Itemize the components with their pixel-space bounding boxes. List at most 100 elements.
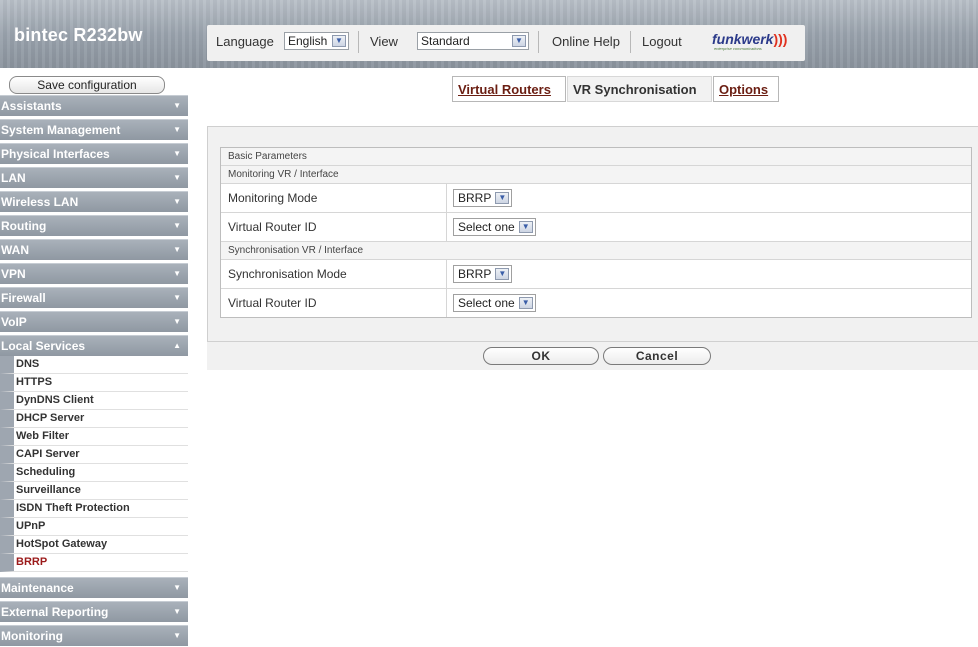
sidebar-item-assistants[interactable]: Assistants ▼: [0, 95, 188, 116]
sidebar-subitem-web-filter[interactable]: Web Filter: [0, 428, 188, 446]
sidebar-item-label: WAN: [1, 243, 29, 257]
form-row-sync-virtual-router-id: Virtual Router ID Select one ▼: [221, 289, 971, 317]
view-label: View: [370, 34, 398, 49]
sidebar-item-physical-interfaces[interactable]: Physical Interfaces ▼: [0, 143, 188, 164]
chevron-down-icon: ▼: [173, 583, 181, 592]
synchronisation-mode-label: Synchronisation Mode: [228, 267, 347, 281]
device-title: bintec R232bw: [14, 25, 143, 45]
sidebar-item-wan[interactable]: WAN ▼: [0, 239, 188, 260]
sidebar-item-label: VPN: [1, 267, 26, 281]
header-bar: bintec R232bw Language English ▼ View St…: [0, 0, 978, 68]
sync-virtual-router-id-select[interactable]: Select one ▼: [453, 294, 536, 312]
chevron-down-icon: ▼: [512, 35, 526, 47]
chevron-down-icon: ▼: [173, 197, 181, 206]
column-divider: [446, 184, 447, 212]
sidebar-nav: Save configuration Assistants ▼ System Ma…: [0, 72, 190, 647]
synchronisation-mode-select[interactable]: BRRP ▼: [453, 265, 513, 283]
monitoring-mode-label: Monitoring Mode: [228, 191, 318, 205]
view-select[interactable]: Standard ▼: [417, 32, 529, 50]
monitoring-mode-select[interactable]: BRRP ▼: [453, 189, 513, 207]
sidebar-subitem-isdn-theft-protection[interactable]: ISDN Theft Protection: [0, 500, 188, 518]
section-header-synchronisation: Synchronisation VR / Interface: [221, 242, 971, 260]
sidebar-item-firewall[interactable]: Firewall ▼: [0, 287, 188, 308]
sidebar-item-label: Wireless LAN: [1, 195, 79, 209]
section-header-basic-parameters: Basic Parameters: [221, 148, 971, 166]
save-configuration-button[interactable]: Save configuration: [9, 76, 165, 94]
sidebar-subitem-dns[interactable]: DNS: [0, 356, 188, 374]
chevron-down-icon: ▼: [173, 101, 181, 110]
sidebar-item-local-services[interactable]: Local Services ▲: [0, 335, 188, 356]
sidebar-subitem-dhcp-server[interactable]: DHCP Server: [0, 410, 188, 428]
toolbar-divider: [358, 31, 359, 53]
chevron-down-icon: ▼: [495, 192, 510, 204]
settings-form: Basic Parameters Monitoring VR / Interfa…: [220, 147, 972, 318]
chevron-down-icon: ▼: [173, 293, 181, 302]
sidebar-subitem-upnp[interactable]: UPnP: [0, 518, 188, 536]
chevron-down-icon: ▼: [173, 317, 181, 326]
chevron-down-icon: ▼: [173, 631, 181, 640]
language-value: English: [288, 34, 328, 48]
virtual-router-id-label: Virtual Router ID: [228, 220, 317, 234]
sidebar-item-label: Firewall: [1, 291, 46, 305]
chevron-up-icon: ▲: [173, 341, 181, 350]
chevron-down-icon: ▼: [173, 269, 181, 278]
sidebar-item-external-reporting[interactable]: External Reporting ▼: [0, 601, 188, 622]
top-toolbar: Language English ▼ View Standard ▼ Onlin…: [207, 25, 805, 61]
sidebar-item-label: Local Services: [1, 339, 86, 353]
sidebar-subitem-scheduling[interactable]: Scheduling: [0, 464, 188, 482]
sidebar-item-wireless-lan[interactable]: Wireless LAN ▼: [0, 191, 188, 212]
sidebar-item-label: System Management: [1, 123, 121, 137]
sidebar-item-label: External Reporting: [1, 605, 109, 619]
sidebar-subitem-hotspot-gateway[interactable]: HotSpot Gateway: [0, 536, 188, 554]
sidebar-item-label: Maintenance: [1, 581, 74, 595]
chevron-down-icon: ▼: [332, 35, 346, 47]
sidebar-item-label: Monitoring: [1, 629, 63, 643]
sidebar-subitem-https[interactable]: HTTPS: [0, 374, 188, 392]
sidebar-item-label: VoIP: [1, 315, 27, 329]
chevron-down-icon: ▼: [518, 297, 533, 309]
cancel-button[interactable]: Cancel: [603, 347, 711, 365]
column-divider: [446, 260, 447, 288]
tab-options[interactable]: Options: [713, 76, 779, 102]
logo-text: funkwerk: [712, 31, 774, 47]
chevron-down-icon: ▼: [173, 245, 181, 254]
sidebar-item-monitoring[interactable]: Monitoring ▼: [0, 625, 188, 646]
section-header-monitoring: Monitoring VR / Interface: [221, 166, 971, 184]
sidebar-subitem-capi-server[interactable]: CAPI Server: [0, 446, 188, 464]
chevron-down-icon: ▼: [173, 125, 181, 134]
funkwerk-logo: funkwerk))) enterprise communications: [712, 31, 787, 51]
sidebar-item-lan[interactable]: LAN ▼: [0, 167, 188, 188]
sidebar-item-system-management[interactable]: System Management ▼: [0, 119, 188, 140]
column-divider: [446, 213, 447, 241]
toolbar-divider: [630, 31, 631, 53]
ok-button[interactable]: OK: [483, 347, 599, 365]
form-row-virtual-router-id: Virtual Router ID Select one ▼: [221, 213, 971, 242]
tab-vr-synchronisation[interactable]: VR Synchronisation: [567, 76, 712, 102]
sidebar-item-routing[interactable]: Routing ▼: [0, 215, 188, 236]
sidebar-subitem-dyndns-client[interactable]: DynDNS Client: [0, 392, 188, 410]
tab-virtual-routers[interactable]: Virtual Routers: [452, 76, 566, 102]
form-row-monitoring-mode: Monitoring Mode BRRP ▼: [221, 184, 971, 213]
view-value: Standard: [421, 34, 470, 48]
virtual-router-id-select[interactable]: Select one ▼: [453, 218, 536, 236]
toolbar-divider: [538, 31, 539, 53]
language-select[interactable]: English ▼: [284, 32, 349, 50]
monitoring-mode-value: BRRP: [458, 191, 492, 205]
virtual-router-id-value: Select one: [458, 220, 515, 234]
sidebar-item-maintenance[interactable]: Maintenance ▼: [0, 577, 188, 598]
logout-button[interactable]: Logout: [642, 34, 682, 49]
button-bar: OK Cancel: [207, 341, 978, 370]
chevron-down-icon: ▼: [495, 268, 510, 280]
chevron-down-icon: ▼: [173, 149, 181, 158]
sidebar-subitem-brrp[interactable]: BRRP: [0, 554, 188, 572]
sidebar-subitem-surveillance[interactable]: Surveillance: [0, 482, 188, 500]
sidebar-item-vpn[interactable]: VPN ▼: [0, 263, 188, 284]
sidebar-item-voip[interactable]: VoIP ▼: [0, 311, 188, 332]
synchronisation-mode-value: BRRP: [458, 267, 492, 281]
online-help-button[interactable]: Online Help: [552, 34, 620, 49]
sidebar-item-label: Routing: [1, 219, 47, 233]
form-row-synchronisation-mode: Synchronisation Mode BRRP ▼: [221, 260, 971, 289]
sync-virtual-router-id-label: Virtual Router ID: [228, 296, 317, 310]
column-divider: [446, 289, 447, 317]
sidebar-item-label: Assistants: [1, 99, 62, 113]
